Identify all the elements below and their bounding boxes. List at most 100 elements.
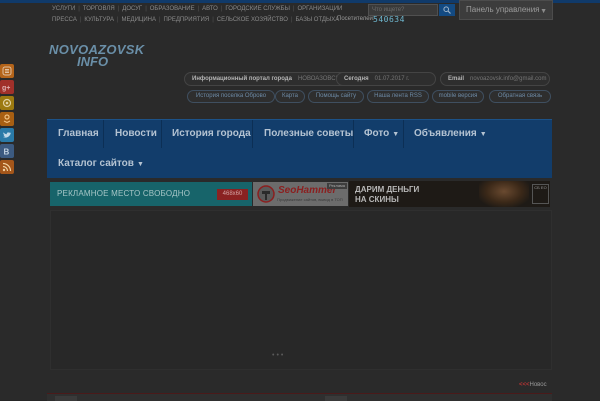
chevron-down-icon: ▼	[540, 8, 547, 15]
nav-label: Каталог сайтов	[58, 158, 134, 169]
gallery-thumb[interactable]	[55, 396, 77, 401]
top-link[interactable]: БАЗЫ ОТДЫХА	[295, 17, 339, 23]
social-blogger[interactable]	[0, 64, 14, 78]
top-link[interactable]: АВТО	[202, 6, 218, 12]
sub-link-map[interactable]: Карта	[275, 90, 305, 103]
top-link[interactable]: ДОСУГ	[122, 6, 142, 12]
nav-item-photo[interactable]: Фото ▼	[364, 120, 399, 148]
twitter-icon	[3, 132, 11, 138]
nav-label: История города	[172, 128, 251, 139]
nav-label: Новости	[115, 128, 157, 139]
nav-label: Объявления	[414, 128, 477, 139]
top-link-separator: |	[117, 6, 120, 12]
social-vkontakte[interactable]: B	[0, 144, 14, 158]
slider-dots[interactable]: •••	[272, 352, 285, 359]
skins-text-line-1: ДАРИМ ДЕНЬГИ	[355, 185, 420, 194]
social-odnoklassniki[interactable]	[0, 112, 14, 126]
slider-area	[50, 210, 552, 370]
email-info: Email novoazovsk.info@gmail.com	[440, 72, 550, 86]
top-link-separator: |	[158, 17, 161, 23]
top-link-separator: |	[145, 6, 147, 12]
top-link-separator: |	[212, 17, 214, 23]
top-link[interactable]: ОРГАНИЗАЦИИ	[297, 6, 342, 12]
gallery-thumb[interactable]	[325, 396, 347, 401]
visits-label: Посетителей:	[337, 16, 375, 22]
email-label: Email	[448, 76, 465, 82]
nav-divider	[161, 120, 162, 148]
ad-corner-label: Реклама	[327, 183, 347, 189]
search-button[interactable]	[439, 4, 455, 16]
sub-link-help[interactable]: Помощь сайту	[308, 90, 364, 103]
ad-size-badge: 468x60	[217, 189, 248, 200]
nav-label: Главная	[58, 128, 99, 139]
sub-link-feedback[interactable]: Обратная связь	[489, 90, 551, 103]
news-ticker[interactable]: <<<Новос	[519, 382, 547, 388]
logo-line-2: INFO	[77, 54, 109, 69]
top-link[interactable]: ГОРОДСКИЕ СЛУЖБЫ	[225, 6, 290, 12]
control-panel-button[interactable]: Панель управления ▼	[459, 0, 553, 20]
skins-banner[interactable]: ДАРИМ ДЕНЬГИ НА СКИНЫ СБ ЕО	[349, 181, 550, 207]
ad-free-text: РЕКЛАМНОЕ МЕСТО СВОБОДНО	[57, 189, 191, 198]
chevron-down-icon: ▼	[392, 131, 400, 138]
top-link-separator: |	[78, 6, 80, 12]
control-panel-label: Панель управления	[466, 5, 540, 14]
sub-link-rss[interactable]: Наша лента RSS	[367, 90, 429, 103]
seohammer-banner[interactable]: SeoHammer Продвижение сайтов, вывод в ТО…	[253, 182, 348, 206]
google-plus-icon: g+	[2, 85, 10, 92]
nav-item-home[interactable]: Главная	[58, 120, 99, 148]
sub-link-history[interactable]: История поселка Оброво	[187, 90, 275, 103]
nav-item-city-history[interactable]: История города	[172, 120, 251, 148]
sub-link-mobile[interactable]: mobile версия	[432, 90, 484, 103]
search-input[interactable]: Что ищете?	[368, 4, 438, 16]
nav-label: Фото	[364, 128, 390, 139]
visits-counter: 540634	[373, 15, 405, 24]
social-rss[interactable]	[0, 160, 14, 174]
ticker-text: Новос	[529, 382, 547, 388]
chevron-down-icon: ▼	[479, 131, 487, 138]
nav-item-news[interactable]: Новости	[115, 120, 157, 148]
svg-text:g+: g+	[2, 85, 10, 92]
top-link[interactable]: УСЛУГИ	[52, 6, 75, 12]
email-value[interactable]: novoazovsk.info@gmail.com	[470, 76, 546, 82]
social-google-plus[interactable]: g+	[0, 80, 14, 94]
top-link-separator: |	[116, 17, 119, 23]
vkontakte-icon: B	[4, 148, 10, 157]
nav-item-tips[interactable]: Полезные советы	[264, 120, 353, 148]
social-mail-ru[interactable]	[0, 96, 14, 110]
chevron-down-icon: ▼	[136, 161, 144, 168]
main-navigation: Главная Новости История города Полезные …	[47, 119, 552, 178]
mail-ru-icon	[2, 98, 12, 108]
top-link-separator: |	[290, 17, 293, 23]
slider-dot[interactable]: •	[281, 352, 285, 359]
seo-tagline: Продвижение сайтов, вывод в ТОП	[277, 197, 343, 202]
hammer-logo-icon	[257, 185, 275, 203]
ad-free-banner[interactable]: РЕКЛАМНОЕ МЕСТО СВОБОДНО 468x60	[50, 182, 252, 206]
top-link[interactable]: ОБРАЗОВАНИЕ	[150, 6, 195, 12]
nav-divider	[103, 120, 104, 148]
nav-divider	[252, 120, 253, 148]
skins-logo: СБ ЕО	[532, 184, 549, 204]
site-logo[interactable]: NOVOAZOVSK INFO	[49, 42, 144, 69]
rss-icon	[2, 162, 12, 172]
nav-item-catalog[interactable]: Каталог сайтов ▼	[58, 150, 144, 178]
top-link[interactable]: МЕДИЦИНА	[122, 17, 156, 23]
top-link[interactable]: ПРЕДПРИЯТИЯ	[164, 17, 210, 23]
nav-item-ads[interactable]: Объявления ▼	[414, 120, 487, 148]
top-link[interactable]: СЕЛЬСКОЕ ХОЗЯЙСТВО	[217, 17, 288, 23]
top-link-separator: |	[197, 6, 200, 12]
banner-figure-image	[479, 181, 529, 207]
portal-value: НОВОАЗОВСК	[297, 76, 340, 82]
top-link[interactable]: ПРЕССА	[52, 17, 77, 23]
svg-text:B: B	[4, 148, 10, 157]
top-link[interactable]: ТОРГОВЛЯ	[83, 6, 115, 12]
skins-text-line-2: НА СКИНЫ	[355, 195, 399, 204]
nav-divider	[353, 120, 354, 148]
top-link[interactable]: КУЛЬТУРА	[84, 17, 114, 23]
skins-text: ДАРИМ ДЕНЬГИ НА СКИНЫ	[355, 185, 419, 205]
today-value: 01.07.2017 г.	[374, 76, 410, 82]
portal-label: Информационный портал города	[192, 76, 292, 82]
social-twitter[interactable]	[0, 128, 14, 142]
search-icon	[443, 6, 451, 14]
nav-divider	[403, 120, 404, 148]
date-info: Сегодня 01.07.2017 г.	[336, 72, 436, 86]
